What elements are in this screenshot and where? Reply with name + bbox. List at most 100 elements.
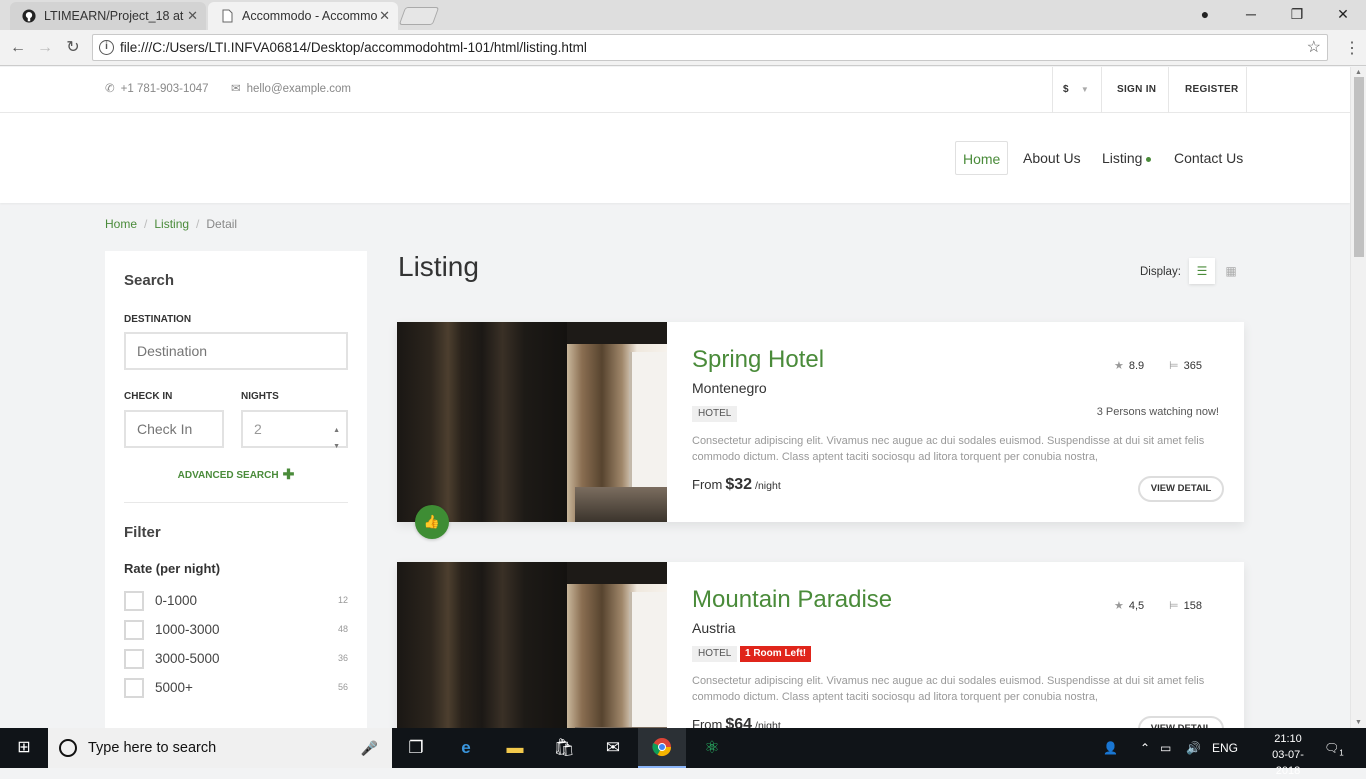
checkin-label: CHECK IN xyxy=(124,391,173,402)
page-scrollbar[interactable]: ▲ ▼ xyxy=(1350,67,1366,728)
nav-contact-us[interactable]: Contact Us xyxy=(1174,141,1243,175)
tray-chevron-icon[interactable]: ⌃ xyxy=(1140,728,1150,768)
browser-tab-github[interactable]: LTIMEARN/Project_18 at ✕ xyxy=(10,2,206,30)
listing-card[interactable]: Mountain Paradise Austria HOTEL 1 Room L… xyxy=(397,562,1244,728)
edge-browser-icon[interactable]: e xyxy=(442,728,490,768)
close-tab-icon[interactable]: ✕ xyxy=(379,2,390,30)
search-sidebar: Search DESTINATION CHECK IN NIGHTS 2 ▲ ▼… xyxy=(105,251,367,728)
people-icon[interactable]: 👤 xyxy=(1103,728,1118,768)
browser-tab-strip: LTIMEARN/Project_18 at ✕ Accommodo - Acc… xyxy=(0,0,1366,30)
notification-count: 1 xyxy=(1339,748,1344,758)
scroll-up-arrow-icon[interactable]: ▲ xyxy=(1355,69,1362,76)
hotel-name[interactable]: Mountain Paradise xyxy=(692,586,892,614)
checkbox[interactable] xyxy=(124,620,144,640)
checkbox[interactable] xyxy=(124,591,144,611)
bed-icon: ⊨ xyxy=(1169,600,1179,612)
nav-home[interactable]: Home xyxy=(955,141,1009,175)
grid-view-icon[interactable]: ▦ xyxy=(1218,258,1244,284)
file-explorer-icon[interactable]: ▬ xyxy=(491,728,539,768)
list-view-icon[interactable]: ☰ xyxy=(1189,258,1215,284)
new-tab-button[interactable] xyxy=(398,7,440,25)
display-label: Display: xyxy=(1140,266,1181,278)
hotel-photo[interactable] xyxy=(397,562,667,728)
windows-start-icon[interactable]: ⊞ xyxy=(0,728,48,768)
checkbox[interactable] xyxy=(124,678,144,698)
advanced-search-link[interactable]: ADVANCED SEARCH ✚ xyxy=(105,466,367,483)
nav-listing[interactable]: Listing xyxy=(1102,141,1152,175)
rate-option[interactable]: 1000-3000 48 xyxy=(124,620,348,640)
decrement-arrow-icon[interactable]: ▼ xyxy=(333,430,340,464)
task-view-icon[interactable]: ❐ xyxy=(392,728,440,768)
page-title: Listing xyxy=(398,251,479,282)
destination-input[interactable] xyxy=(124,332,348,370)
search-title: Search xyxy=(124,272,175,289)
minimize-button[interactable]: ─ xyxy=(1228,0,1274,30)
hotel-location: Austria xyxy=(692,620,736,636)
url-input[interactable]: i file:///C:/Users/LTI.INFVA06814/Deskto… xyxy=(92,34,1328,61)
photo-bed xyxy=(575,487,667,522)
rate-count: 56 xyxy=(337,682,348,692)
info-icon[interactable]: i xyxy=(99,40,114,55)
view-detail-button[interactable]: VIEW DETAIL xyxy=(1138,476,1224,502)
taskbar-clock[interactable]: 21:10 03-07-2018 xyxy=(1260,731,1316,779)
network-icon[interactable]: ▭ xyxy=(1160,728,1171,768)
sign-in-link[interactable]: SIGN IN xyxy=(1117,67,1156,113)
rate-count: 36 xyxy=(337,653,348,663)
bookmark-star-icon[interactable]: ☆ xyxy=(1307,37,1321,57)
nav-about-us[interactable]: About Us xyxy=(1023,141,1081,175)
register-link[interactable]: REGISTER xyxy=(1185,67,1239,113)
reload-icon[interactable]: ↻ xyxy=(62,37,84,59)
divider xyxy=(1168,67,1169,113)
profile-icon[interactable]: ● xyxy=(1182,0,1228,30)
currency-select[interactable]: $ ▼ xyxy=(1063,67,1089,113)
kebab-menu-icon[interactable]: ⋮ xyxy=(1344,38,1360,58)
breadcrumb-separator: / xyxy=(196,217,200,231)
hotel-photo[interactable] xyxy=(397,322,667,522)
rating: ★ 4,5 xyxy=(1114,599,1144,612)
rate-option[interactable]: 0-1000 12 xyxy=(124,591,348,611)
rate-count: 48 xyxy=(337,624,348,634)
checkbox[interactable] xyxy=(124,649,144,669)
close-tab-icon[interactable]: ✕ xyxy=(187,2,198,30)
back-arrow-icon[interactable]: ← xyxy=(7,37,29,59)
view-detail-button[interactable]: VIEW DETAIL xyxy=(1138,716,1224,728)
listing-card[interactable]: 👍 Spring Hotel Montenegro HOTEL ★ 8.9 ⊨ 36… xyxy=(397,322,1244,539)
scroll-down-arrow-icon[interactable]: ▼ xyxy=(1355,719,1362,726)
chrome-icon[interactable] xyxy=(638,728,686,768)
mail-icon[interactable]: ✉ xyxy=(589,728,637,768)
microphone-icon[interactable]: 🎤 xyxy=(361,728,378,768)
maximize-button[interactable]: ❐ xyxy=(1274,0,1320,30)
active-dot-icon xyxy=(1146,156,1152,162)
filter-title: Filter xyxy=(124,524,161,541)
rate-option[interactable]: 3000-5000 36 xyxy=(124,649,348,669)
hotel-name[interactable]: Spring Hotel xyxy=(692,346,824,374)
tab-title: LTIMEARN/Project_18 at xyxy=(44,9,184,23)
nights-stepper[interactable]: 2 ▲ ▼ xyxy=(241,410,348,450)
rating-value: 4,5 xyxy=(1128,600,1145,612)
page-icon xyxy=(222,9,233,23)
breadcrumb-home[interactable]: Home xyxy=(105,217,137,231)
rate-count: 12 xyxy=(337,595,348,605)
destination-label: DESTINATION xyxy=(124,314,192,325)
breadcrumb: Home / Listing / Detail xyxy=(105,217,237,231)
browser-tab-accommodo[interactable]: Accommodo - Accommo ✕ xyxy=(208,2,398,30)
breadcrumb-listing[interactable]: Listing xyxy=(154,217,189,231)
price-unit: /night xyxy=(755,720,781,728)
notification-center-icon[interactable]: 🗨1 xyxy=(1324,728,1344,773)
hotel-location: Montenegro xyxy=(692,380,767,396)
star-icon: ★ xyxy=(1114,600,1124,612)
rate-option[interactable]: 5000+ 56 xyxy=(124,678,348,698)
search-placeholder: Type here to search xyxy=(88,740,217,756)
language-indicator[interactable]: ENG xyxy=(1212,728,1238,768)
chrome-logo xyxy=(652,738,671,757)
scroll-thumb[interactable] xyxy=(1354,77,1364,257)
tab-title: Accommodo - Accommo xyxy=(242,9,378,23)
store-icon[interactable]: 🛍 xyxy=(540,728,588,768)
checkin-input[interactable] xyxy=(124,410,224,448)
volume-icon[interactable]: 🔊 xyxy=(1186,728,1201,768)
atom-icon[interactable]: ⚛ xyxy=(688,728,736,768)
close-window-button[interactable]: ✕ xyxy=(1320,0,1366,30)
thumbs-up-icon[interactable]: 👍 xyxy=(415,505,449,539)
forward-arrow-icon[interactable]: → xyxy=(34,37,56,59)
taskbar-search-box[interactable]: Type here to search 🎤 xyxy=(48,728,392,768)
